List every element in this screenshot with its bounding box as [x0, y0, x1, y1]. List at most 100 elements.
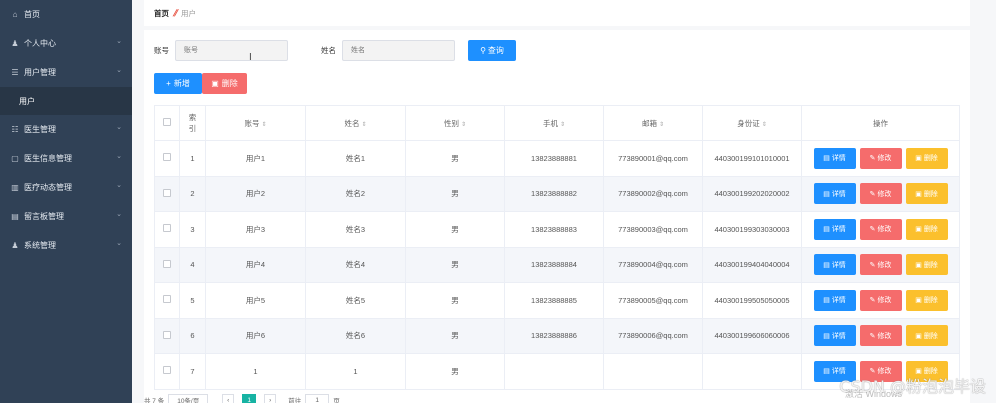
header-phone[interactable]: 手机 ⇕ — [504, 105, 604, 141]
delete-button[interactable]: ▣ 删除 — [905, 147, 948, 169]
detail-button[interactable]: ▤ 详情 — [813, 183, 856, 205]
delete-button[interactable]: ▣ 删除 — [905, 183, 948, 205]
cell-gender: 男 — [405, 353, 505, 390]
query-button-label: 查询 — [487, 46, 504, 55]
sidebar: ⌂ 首页 ♟ 个人中心 ⌄ ☰ 用户管理 ⌄ 用户 ☷ 医生管理 ⌄ ▢ 医生信息管理 ⌄ ▥ 医疗动态管理 ⌄ ▤… — [0, 0, 132, 403]
delete-button[interactable]: ▣ 删除 — [905, 254, 948, 276]
trash-icon: ▣ — [915, 332, 922, 340]
document-icon: ▤ — [823, 190, 830, 198]
document-icon: ▤ — [823, 261, 830, 269]
edit-button[interactable]: ✎ 修改 — [859, 254, 902, 276]
header-idcard-label: 身份证 — [737, 118, 760, 128]
detail-label: 详情 — [831, 332, 846, 340]
edit-label: 修改 — [877, 261, 892, 269]
breadcrumb-separator-icon: ⫽ — [173, 7, 178, 18]
edit-button[interactable]: ✎ 修改 — [859, 289, 902, 311]
cell-phone: 13823888884 — [504, 246, 604, 283]
add-button[interactable]: + 新增 — [154, 73, 202, 94]
sidebar-item-5[interactable]: ▥ 医疗动态管理 ⌄ — [0, 173, 132, 202]
cell-idcard: 440300199202020002 — [702, 175, 802, 212]
edit-label: 修改 — [877, 190, 892, 198]
sort-icon[interactable]: ⇕ — [659, 122, 664, 128]
sidebar-item-2[interactable]: ☰ 用户管理 ⌄ — [0, 58, 132, 87]
delete-label: 删除 — [923, 226, 938, 234]
detail-button[interactable]: ▤ 详情 — [813, 254, 856, 276]
query-button[interactable]: ⚲ 查询 — [468, 40, 516, 61]
cell-email: 773890004@qq.com — [603, 246, 703, 283]
header-phone-label: 手机 — [542, 118, 558, 128]
breadcrumb-home[interactable]: 首页 — [154, 8, 169, 19]
cell-phone — [504, 353, 604, 390]
header-name[interactable]: 姓名 ⇕ — [305, 105, 406, 141]
edit-button[interactable]: ✎ 修改 — [859, 218, 902, 240]
next-page-icon[interactable]: › — [264, 394, 277, 403]
detail-button[interactable]: ▤ 详情 — [813, 289, 856, 311]
row-checkbox[interactable] — [163, 366, 171, 375]
trash-icon: ▣ — [915, 261, 922, 269]
row-checkbox[interactable] — [163, 295, 171, 304]
row-checkbox[interactable] — [163, 224, 171, 233]
cell-index: 7 — [179, 353, 206, 390]
prev-page-icon[interactable]: ‹ — [222, 394, 235, 403]
sort-icon[interactable]: ⇕ — [762, 122, 767, 128]
header-account[interactable]: 账号 ⇕ — [205, 105, 306, 141]
sort-icon[interactable]: ⇕ — [261, 122, 266, 128]
select-all-checkbox[interactable] — [163, 118, 171, 126]
header-index: 索引 — [179, 105, 206, 141]
row-checkbox[interactable] — [163, 153, 171, 162]
row-checkbox[interactable] — [163, 188, 171, 197]
batch-delete-button[interactable]: ▣ 删除 — [202, 73, 247, 94]
chevron-down-icon: ⌄ — [116, 182, 122, 189]
cell-ops: ▤ 详情 ✎ 修改 ▣ 删除 — [801, 317, 960, 354]
edit-button[interactable]: ✎ 修改 — [859, 183, 902, 205]
name-input[interactable] — [342, 40, 455, 61]
sidebar-item-7[interactable]: ♟ 系统管理 ⌄ — [0, 231, 132, 260]
detail-label: 详情 — [831, 155, 846, 163]
page-size-select[interactable]: 10条/页 — [168, 394, 209, 403]
delete-button[interactable]: ▣ 删除 — [905, 218, 948, 240]
delete-label: 删除 — [923, 297, 938, 305]
delete-label: 删除 — [923, 332, 938, 340]
delete-button[interactable]: ▣ 删除 — [905, 289, 948, 311]
sidebar-item-3[interactable]: ☷ 医生管理 ⌄ — [0, 115, 132, 144]
doc-info-icon: ▢ — [11, 154, 19, 163]
pager-goto-input[interactable]: 1 — [305, 394, 330, 403]
sort-icon[interactable]: ⇕ — [560, 122, 565, 128]
cell-phone: 13823888883 — [504, 211, 604, 248]
cell-account: 用户4 — [205, 246, 306, 283]
sidebar-item-1[interactable]: ♟ 个人中心 ⌄ — [0, 29, 132, 58]
header-idcard[interactable]: 身份证 ⇕ — [702, 105, 802, 141]
trash-icon: ▣ — [915, 226, 922, 234]
header-account-label: 账号 — [244, 118, 260, 128]
cell-email: 773890001@qq.com — [603, 140, 703, 177]
cell-gender: 男 — [405, 317, 505, 354]
cell-name: 姓名2 — [305, 175, 406, 212]
trash-icon: ▣ — [915, 190, 922, 198]
delete-button[interactable]: ▣ 删除 — [905, 325, 948, 347]
sidebar-item-label: 首页 — [24, 10, 40, 19]
row-select-cell — [154, 282, 180, 319]
detail-button[interactable]: ▤ 详情 — [813, 218, 856, 240]
detail-button[interactable]: ▤ 详情 — [813, 147, 856, 169]
sidebar-subitem[interactable]: 用户 — [0, 87, 132, 115]
edit-button[interactable]: ✎ 修改 — [859, 325, 902, 347]
sidebar-item-0[interactable]: ⌂ 首页 — [0, 0, 132, 29]
edit-label: 修改 — [877, 155, 892, 163]
header-gender[interactable]: 性别 ⇕ — [405, 105, 505, 141]
cell-email: 773890006@qq.com — [603, 317, 703, 354]
header-email[interactable]: 邮箱 ⇕ — [603, 105, 703, 141]
sidebar-item-label: 医疗动态管理 — [24, 183, 72, 192]
table-body: 1 用户1 姓名1 男 13823888881 773890001@qq.com 44030… — [154, 140, 960, 390]
edit-button[interactable]: ✎ 修改 — [859, 147, 902, 169]
cell-email: 773890002@qq.com — [603, 175, 703, 212]
sidebar-item-4[interactable]: ▢ 医生信息管理 ⌄ — [0, 144, 132, 173]
sidebar-item-label: 医生信息管理 — [24, 154, 72, 163]
sort-icon[interactable]: ⇕ — [461, 122, 466, 128]
account-input[interactable] — [175, 40, 288, 61]
sort-icon[interactable]: ⇕ — [361, 122, 366, 128]
row-checkbox[interactable] — [163, 259, 171, 268]
row-checkbox[interactable] — [163, 330, 171, 339]
sidebar-item-6[interactable]: ▤ 留言板管理 ⌄ — [0, 202, 132, 231]
page-number-button[interactable]: 1 — [242, 394, 257, 403]
detail-button[interactable]: ▤ 详情 — [813, 325, 856, 347]
